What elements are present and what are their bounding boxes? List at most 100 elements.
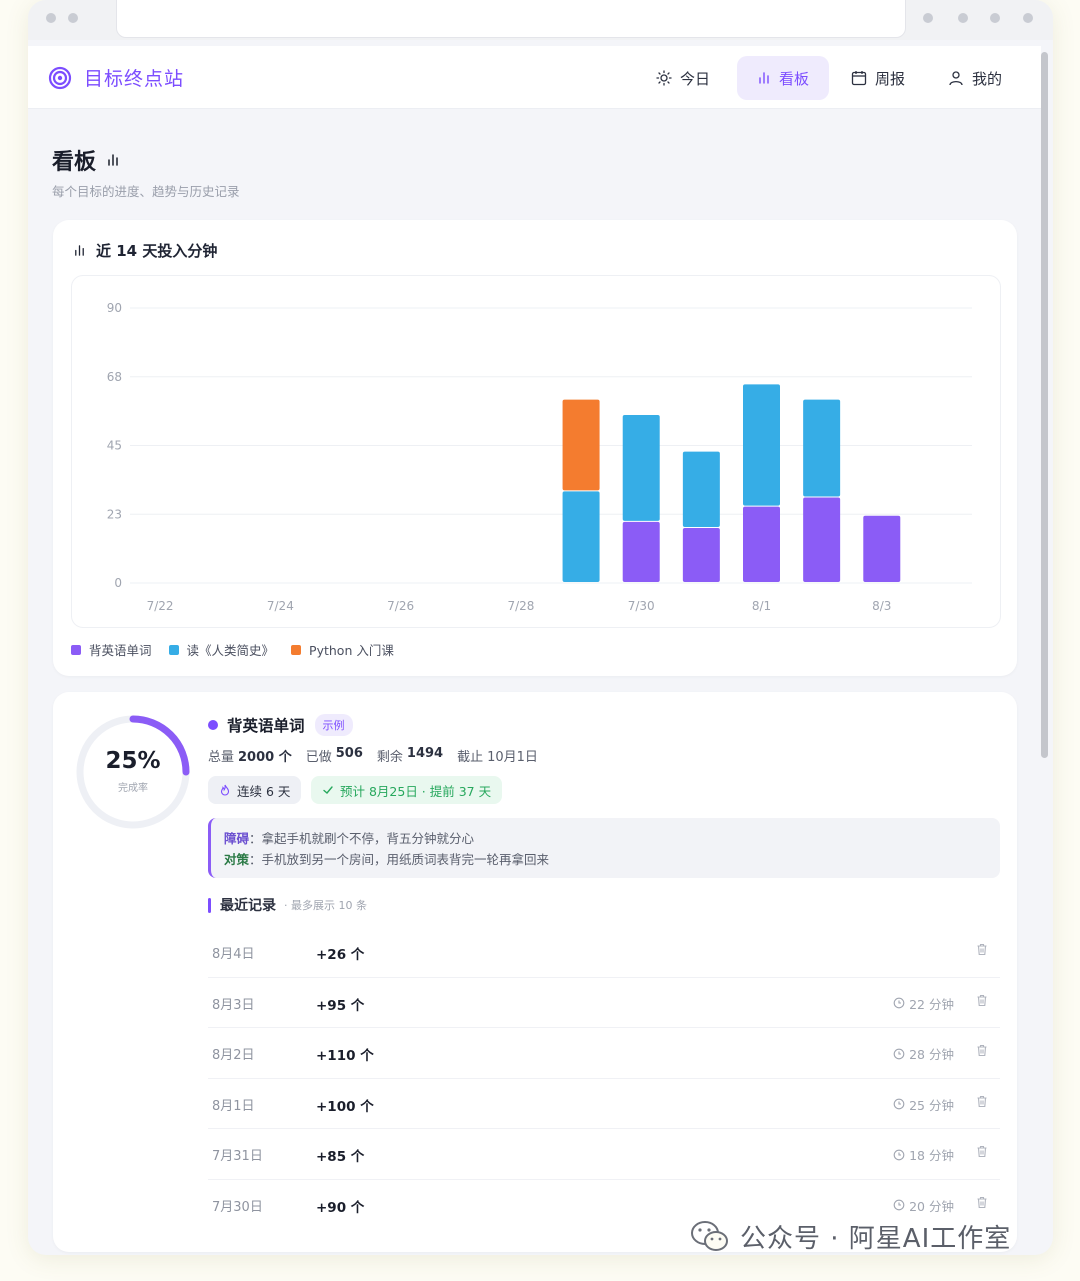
x-tick-label: 8/1 [752,599,771,613]
recent-records-title: 最近记录 [220,898,276,914]
chart-card: 近 14 天投入分钟 0 23 45 68 90 7/22 7/24 7/26 7/28 7/30… [53,220,1017,676]
top-nav: 目标终点站 今日 看板 周报 我的 [28,46,1041,109]
x-tick-label: 7/30 [628,599,655,613]
legend-swatch [71,644,81,655]
legend-label: 读《人类简史》 [186,643,275,658]
bar-segment[interactable] [622,521,660,582]
bar-segment[interactable] [562,399,600,491]
sun-icon [656,70,672,86]
bar-segment[interactable] [622,414,660,521]
completion-caption: 完成率 [118,783,148,794]
record-minutes: 20 分钟 [909,1198,954,1214]
record-minutes: 18 分钟 [909,1148,954,1164]
record-row: 8月3日 +95 个 22 分钟 [208,978,1000,1029]
legend-label: 背英语单词 [89,643,152,658]
record-date: 8月1日 [212,1098,255,1114]
bar-segment[interactable] [863,515,901,582]
forward-icon[interactable] [68,13,78,23]
record-date: 7月31日 [212,1149,263,1165]
check-icon [323,786,333,794]
trash-icon[interactable] [976,1196,988,1209]
record-row: 8月1日 +100 个 25 分钟 [208,1079,1000,1130]
record-minutes: 22 分钟 [909,996,954,1012]
y-tick-label: 68 [107,370,122,384]
goal-color-dot [208,720,218,730]
app-window: 目标终点站 今日 看板 周报 我的 看板 每个目标的进度、趋势与历史记录 近 1… [28,0,1053,1255]
record-value: +110 个 [316,1048,374,1065]
stacked-bar-chart: 0 23 45 68 90 7/22 7/24 7/26 7/28 7/30 8/1 8/3 [107,301,972,613]
record-duration: 20 分钟 [893,1196,954,1215]
streak-badge: 连续 6 天 [208,776,302,804]
trash-icon[interactable] [976,1044,988,1057]
plan-line: 对策：手机放到另一个房间，用纸质词表背完一轮再拿回来 [224,852,550,867]
nav-item-board[interactable]: 看板 [737,56,829,100]
recent-records-subtitle: · 最多展示 10 条 [284,899,367,912]
obstacle-line: 障碍：拿起手机就刷个不停，背五分钟就分心 [224,831,475,846]
stat-label-total: 总量 [208,750,235,765]
bar-segment[interactable] [682,528,720,582]
wechat-icon [691,1220,728,1251]
sample-tag: 示例 [314,714,353,736]
menu-icon[interactable] [990,13,1000,23]
flame-icon [220,784,230,796]
bar-segment[interactable] [743,384,780,506]
record-row: 8月4日 +26 个 [208,927,1000,978]
streak-text: 连续 6 天 [237,783,291,799]
brand-title: 目标终点站 [84,68,185,90]
nav-item-mine[interactable]: 我的 [948,56,1016,100]
clock-icon [893,1200,905,1211]
records-list: 8月4日 +26 个 8月3日 +95 个 22 分钟 8月2日 +110 个 28 分钟 8月… [208,927,1000,1230]
y-tick-label: 0 [114,576,122,590]
bar-segment[interactable] [743,506,780,582]
bar-segment[interactable] [682,451,720,527]
record-row: 7月31日 +85 个 18 分钟 [208,1129,1000,1180]
record-duration: 28 分钟 [893,1044,954,1063]
legend-item[interactable]: 背英语单词 [71,640,152,659]
bar-segment[interactable] [803,497,841,582]
forecast-badge: 预计 8月25日 · 提前 37 天 [311,776,503,804]
clock-icon [893,1048,905,1060]
record-value: +95 个 [316,997,365,1014]
stat-value-deadline: 10月1日 [487,750,538,765]
back-icon[interactable] [46,13,56,23]
stat-value-total: 2000 个 [238,750,292,765]
bar-segment[interactable] [562,491,600,582]
plan-text: 手机放到另一个房间，用纸质词表背完一轮再拿回来 [261,852,550,867]
record-value: +100 个 [316,1098,374,1115]
trash-icon[interactable] [976,994,988,1007]
calendar-icon [851,71,867,86]
page-title-text: 看板 [52,150,97,175]
bar-segment[interactable] [803,399,841,497]
extension-icon[interactable] [923,13,933,23]
record-date: 8月2日 [212,1048,255,1064]
record-date: 7月30日 [212,1199,263,1215]
legend-item[interactable]: 读《人类简史》 [168,640,275,659]
more-icon[interactable] [1023,13,1033,23]
nav-item-weekly[interactable]: 周报 [851,56,919,100]
goal-stats: 总量 2000 个 已做 506 剩余 1494 截止 10月1日 [208,746,538,765]
record-duration: 22 分钟 [893,994,954,1013]
page-title: 看板 [52,144,120,176]
trash-icon[interactable] [976,1095,988,1108]
bookmark-icon[interactable] [958,13,968,23]
brand[interactable]: 目标终点站 [48,64,184,91]
legend-label: Python 入门课 [309,643,394,658]
goal-card: 25% 完成率 背英语单词 示例 总量 2000 个 已做 506 剩余 149… [53,692,1017,1252]
plan-label: 对策 [224,852,250,867]
trash-icon[interactable] [976,943,988,956]
nav-label-board: 看板 [778,69,809,88]
clock-icon [893,1098,905,1110]
legend-item[interactable]: Python 入门课 [291,640,394,659]
nav-item-today[interactable]: 今日 [656,56,724,100]
clock-icon [893,997,905,1009]
obstacle-note: 障碍：拿起手机就刷个不停，背五分钟就分心 对策：手机放到另一个房间，用纸质词表背… [208,818,1000,878]
recent-records-header: 最近记录 · 最多展示 10 条 [208,895,367,915]
browser-toolbar [28,0,1053,40]
address-bar[interactable] [116,0,906,38]
scrollbar[interactable] [1041,52,1048,758]
record-value: +90 个 [316,1199,365,1216]
chart-header: 近 14 天投入分钟 [73,240,217,261]
trash-icon[interactable] [976,1145,988,1158]
target-icon [48,66,72,89]
user-icon [949,71,963,86]
